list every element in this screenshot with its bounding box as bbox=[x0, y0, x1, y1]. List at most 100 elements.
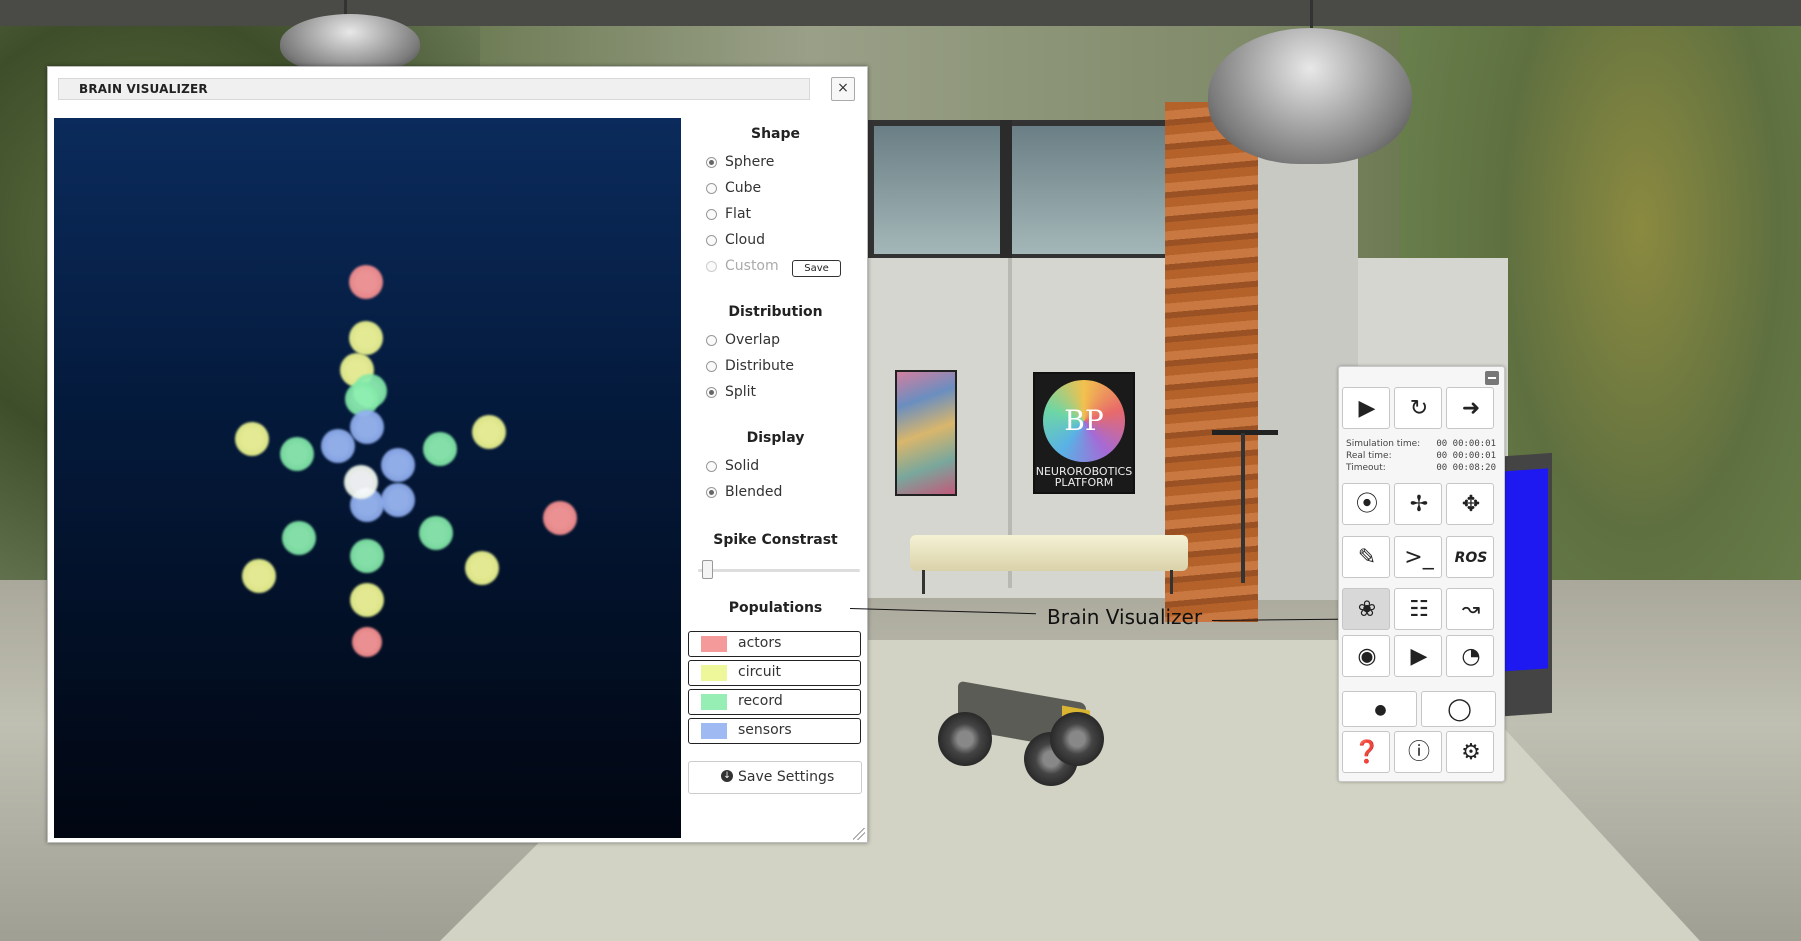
radio-button[interactable] bbox=[706, 335, 717, 346]
plot-icon: ↝ bbox=[1461, 597, 1481, 622]
orbit-button[interactable]: ✥ bbox=[1446, 483, 1494, 525]
light-decrease-button[interactable]: ● bbox=[1342, 691, 1417, 727]
neuron-spiking bbox=[344, 465, 378, 499]
neuron-circuit bbox=[242, 559, 276, 593]
light-low-icon: ● bbox=[1374, 702, 1387, 718]
radio-button[interactable] bbox=[706, 157, 717, 168]
distribution-title: Distribution bbox=[728, 304, 823, 320]
population-actors[interactable]: actors bbox=[688, 631, 861, 657]
light-increase-button[interactable]: ◯ bbox=[1421, 691, 1496, 727]
floor-lamp-head bbox=[1212, 430, 1278, 435]
radio-button[interactable] bbox=[706, 487, 717, 498]
terminal-icon: >_ bbox=[1404, 545, 1434, 570]
neuron-record bbox=[419, 516, 453, 550]
orbit-icon: ✥ bbox=[1461, 492, 1481, 517]
floor-lamp-pole bbox=[1241, 433, 1245, 583]
neuron-circuit bbox=[465, 551, 499, 585]
timer-button[interactable]: ◔ bbox=[1446, 635, 1494, 677]
settings-icon: ⚙ bbox=[1461, 740, 1481, 765]
save-settings-button[interactable]: ↓ Save Settings bbox=[688, 761, 862, 794]
neuron-sensors bbox=[350, 410, 384, 444]
video-icon: ▶ bbox=[1410, 644, 1428, 669]
window-titlebar[interactable]: BRAIN VISUALIZER bbox=[58, 78, 810, 100]
radio-button[interactable] bbox=[706, 361, 717, 372]
download-icon: ↓ bbox=[721, 770, 733, 782]
neuron-circuit bbox=[349, 321, 383, 355]
brain-icon: ❀ bbox=[1357, 597, 1377, 622]
tv-screen bbox=[1500, 468, 1548, 672]
reset-button[interactable]: ↻ bbox=[1394, 387, 1442, 429]
color-swatch bbox=[701, 694, 727, 710]
population-sensors[interactable]: sensors bbox=[688, 718, 861, 744]
radio-button[interactable] bbox=[706, 387, 717, 398]
ceiling-lamp-left bbox=[280, 14, 420, 74]
real-time-row: Real time: 00 00:00:01 bbox=[1346, 451, 1496, 461]
radio-button[interactable] bbox=[706, 461, 717, 472]
brain-visualizer-button[interactable]: ❀ bbox=[1342, 588, 1390, 630]
navigation-button[interactable]: ⦿ bbox=[1342, 483, 1390, 525]
resize-handle[interactable] bbox=[853, 828, 865, 840]
spike-contrast-title: Spike Constrast bbox=[713, 532, 838, 548]
neuron-sensors bbox=[321, 429, 355, 463]
brain-3d-canvas[interactable] bbox=[54, 118, 681, 838]
window-divider bbox=[1000, 120, 1012, 260]
exit-icon: ➜ bbox=[1461, 396, 1481, 421]
record-video-button[interactable]: ▶ bbox=[1394, 635, 1442, 677]
simulation-time-row: Simulation time: 00 00:00:01 bbox=[1346, 439, 1496, 449]
display-title: Display bbox=[746, 430, 805, 446]
callout-label: Brain Visualizer bbox=[1047, 605, 1203, 629]
eye-icon: ◉ bbox=[1357, 644, 1377, 669]
robot-wheel bbox=[938, 712, 992, 766]
neuron-sensors bbox=[381, 448, 415, 482]
editor-button[interactable]: ✎ bbox=[1342, 536, 1390, 578]
info-button[interactable]: ⓘ bbox=[1394, 731, 1442, 773]
exit-button[interactable]: ➜ bbox=[1446, 387, 1494, 429]
neuron-actors bbox=[349, 265, 383, 299]
terminal-button[interactable]: >_ bbox=[1394, 536, 1442, 578]
poster-logo-text: BP bbox=[1064, 404, 1104, 437]
window-title: BRAIN VISUALIZER bbox=[79, 82, 208, 96]
neuron-circuit bbox=[472, 415, 506, 449]
spike-contrast-handle[interactable] bbox=[702, 560, 713, 579]
minimize-button[interactable] bbox=[1485, 371, 1499, 385]
ros-button[interactable]: ROS bbox=[1446, 536, 1494, 578]
bench-leg bbox=[1170, 570, 1173, 594]
bench-leg bbox=[922, 570, 925, 594]
move-object-button[interactable]: ✢ bbox=[1394, 483, 1442, 525]
husky-robot[interactable] bbox=[938, 680, 1110, 794]
radio-button[interactable] bbox=[706, 235, 717, 246]
camera-view-button[interactable]: ◉ bbox=[1342, 635, 1390, 677]
radio-button[interactable] bbox=[706, 209, 717, 220]
save-custom-button[interactable]: Save bbox=[792, 260, 841, 277]
simulation-clock: Simulation time: 00 00:00:01 Real time: … bbox=[1346, 438, 1496, 474]
population-circuit[interactable]: circuit bbox=[688, 660, 861, 686]
neuron-actors bbox=[543, 501, 577, 535]
lamp-cord bbox=[1310, 0, 1313, 30]
radio-button[interactable] bbox=[706, 183, 717, 194]
play-button[interactable]: ▶ bbox=[1342, 387, 1390, 429]
joint-plot-button[interactable]: ↝ bbox=[1446, 588, 1494, 630]
brain-visualizer-window[interactable]: BRAIN VISUALIZER × Shape Sphere Cube Fla… bbox=[47, 66, 868, 843]
settings-button[interactable]: ⚙ bbox=[1446, 731, 1494, 773]
ceiling-lamp-right bbox=[1208, 28, 1412, 164]
ros-icon: ROS bbox=[1454, 550, 1488, 566]
simulation-toolbar: ▶ ↻ ➜ Simulation time: 00 00:00:01 Real … bbox=[1338, 366, 1505, 782]
robot-wheel bbox=[1050, 712, 1104, 766]
population-record[interactable]: record bbox=[688, 689, 861, 715]
reset-icon: ↻ bbox=[1409, 396, 1429, 421]
timeout-row: Timeout: 00 00:08:20 bbox=[1346, 463, 1496, 473]
info-icon: ⓘ bbox=[1407, 740, 1430, 765]
edit-icon: ✎ bbox=[1357, 545, 1377, 570]
neuron-record bbox=[280, 437, 314, 471]
spike-contrast-slider[interactable] bbox=[698, 569, 860, 572]
radio-button bbox=[706, 261, 717, 272]
neuron-record bbox=[282, 521, 316, 555]
help-button[interactable]: ❓ bbox=[1342, 731, 1390, 773]
close-button[interactable]: × bbox=[831, 77, 855, 101]
color-swatch bbox=[701, 723, 727, 739]
populations-title: Populations bbox=[728, 600, 823, 616]
help-icon: ❓ bbox=[1353, 740, 1381, 765]
poster-caption: NEUROROBOTICS PLATFORM bbox=[1035, 465, 1133, 489]
spike-train-button[interactable]: ☷ bbox=[1394, 588, 1442, 630]
shape-title: Shape bbox=[750, 126, 800, 142]
